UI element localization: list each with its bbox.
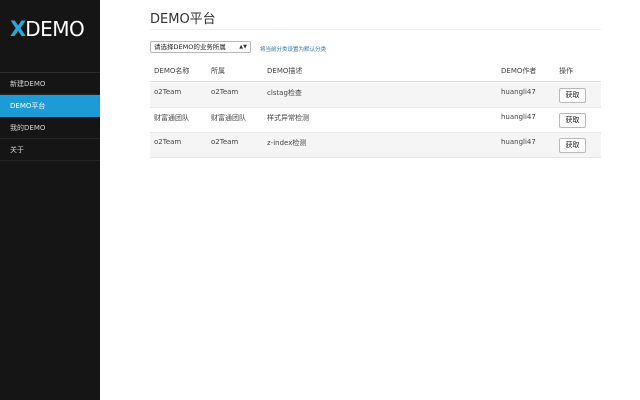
get-button[interactable]: 获取 bbox=[559, 88, 586, 103]
cell-author: huangli47 bbox=[501, 113, 536, 121]
cell-description: z-index检测 bbox=[267, 139, 307, 147]
title-divider bbox=[150, 29, 601, 30]
sidebar: X DEMO 新建DEMO DEMO平台 我的DEMO 关于 bbox=[0, 0, 100, 400]
cell-author: huangli47 bbox=[501, 88, 536, 96]
column-header-belongs: 所属 bbox=[211, 67, 225, 75]
sidebar-item-about[interactable]: 关于 bbox=[0, 139, 100, 161]
sidebar-item-label: 关于 bbox=[10, 146, 24, 154]
column-header-name: DEMO名称 bbox=[154, 67, 190, 75]
logo-mark: X bbox=[10, 16, 26, 41]
category-select[interactable]: 请选择DEMO的业务所属 ▲▼ bbox=[150, 41, 251, 53]
app-logo[interactable]: X DEMO bbox=[10, 16, 85, 42]
column-header-description: DEMO描述 bbox=[267, 67, 303, 75]
get-button[interactable]: 获取 bbox=[559, 138, 586, 153]
sidebar-item-my-demo[interactable]: 我的DEMO bbox=[0, 117, 100, 139]
table-row: 财富通团队 财富通团队 样式异常检测 huangli47 获取 bbox=[150, 108, 601, 133]
sidebar-item-label: 我的DEMO bbox=[10, 124, 46, 132]
set-default-category-link[interactable]: 将当前分类设置为默认分类 bbox=[260, 45, 326, 53]
sidebar-item-label: DEMO平台 bbox=[10, 102, 46, 110]
table-row: o2Team o2Team clstag检查 huangli47 获取 bbox=[150, 83, 601, 108]
cell-author: huangli47 bbox=[501, 138, 536, 146]
sidebar-nav: 新建DEMO DEMO平台 我的DEMO 关于 bbox=[0, 72, 100, 161]
column-header-action: 操作 bbox=[559, 67, 573, 75]
header-divider bbox=[150, 81, 601, 82]
cell-belongs: o2Team bbox=[211, 138, 239, 146]
category-select-value: 请选择DEMO的业务所属 bbox=[154, 43, 226, 51]
cell-name: o2Team bbox=[154, 88, 182, 96]
cell-belongs: o2Team bbox=[211, 88, 239, 96]
logo-text: DEMO bbox=[25, 17, 85, 41]
cell-description: 样式异常检测 bbox=[267, 114, 309, 122]
cell-description: clstag检查 bbox=[267, 89, 302, 97]
sidebar-item-demo-platform[interactable]: DEMO平台 bbox=[0, 95, 100, 117]
cell-name: o2Team bbox=[154, 138, 182, 146]
get-button[interactable]: 获取 bbox=[559, 113, 586, 128]
table-row: o2Team o2Team z-index检测 huangli47 获取 bbox=[150, 133, 601, 158]
sidebar-item-label: 新建DEMO bbox=[10, 80, 46, 88]
cell-belongs: 财富通团队 bbox=[211, 114, 246, 122]
page-title: DEMO平台 bbox=[150, 12, 216, 27]
select-arrow-icon: ▲▼ bbox=[239, 44, 247, 50]
sidebar-item-new-demo[interactable]: 新建DEMO bbox=[0, 73, 100, 95]
column-header-author: DEMO作者 bbox=[501, 67, 537, 75]
cell-name: 财富通团队 bbox=[154, 114, 189, 122]
